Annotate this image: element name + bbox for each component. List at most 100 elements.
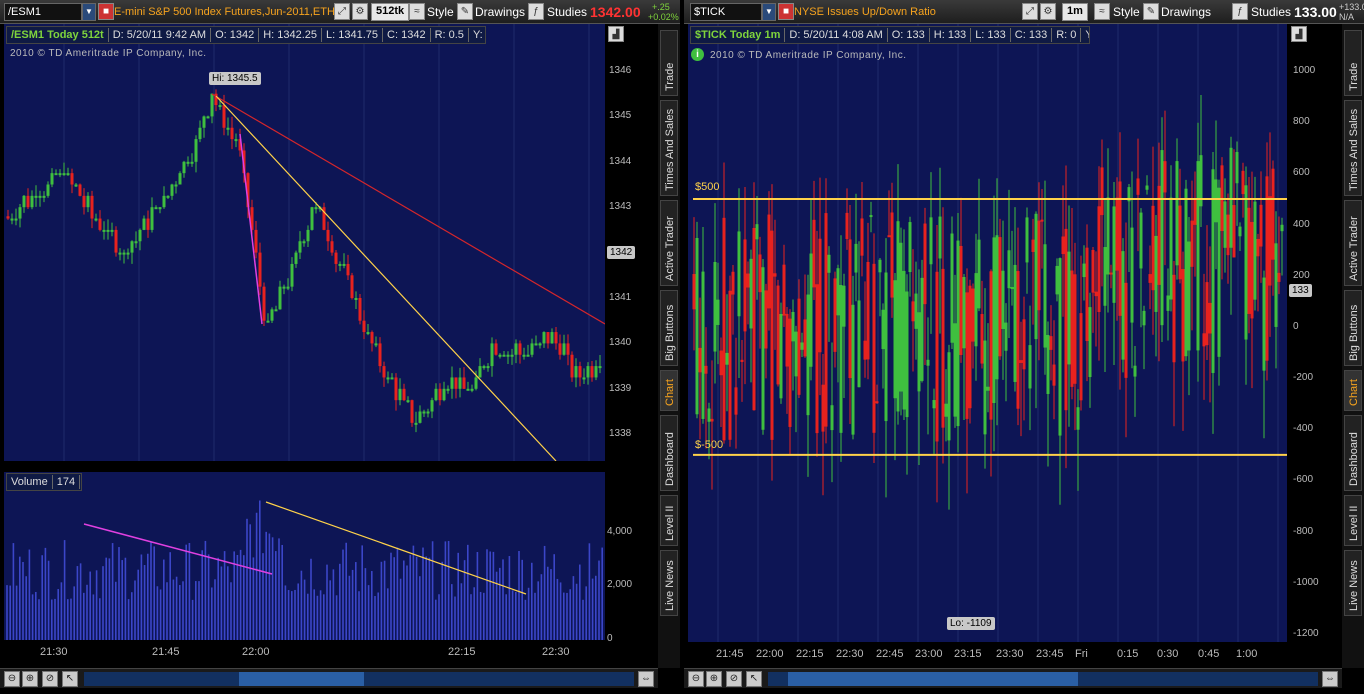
tick-body	[878, 259, 882, 273]
right-tab-chart[interactable]: Chart	[1344, 370, 1362, 411]
left-x-tick-label: 22:30	[542, 646, 570, 658]
left-drawings-icon[interactable]: ✎	[457, 3, 473, 20]
right-tick-chart[interactable]: $TICK Today 1m D: 5/20/11 4:08 AM O: 133…	[688, 24, 1287, 642]
right-drawings-button[interactable]: Drawings	[1161, 3, 1211, 21]
tick-body	[791, 311, 795, 342]
volume-y-tick-label: 2,000	[607, 579, 633, 590]
candle-body	[330, 241, 334, 253]
candle-body	[594, 366, 598, 378]
left-style-icon[interactable]: ≈	[409, 3, 425, 20]
left-y-tick-label: 1341	[609, 292, 632, 303]
right-symbol-input[interactable]: $TICK	[690, 3, 762, 21]
right-symbol-dropdown-icon[interactable]: ▼	[762, 3, 776, 21]
left-side-tabs: Trade Times And Sales Active Trader Big But…	[658, 24, 680, 668]
right-tab-big-buttons[interactable]: Big Buttons	[1344, 290, 1362, 366]
right-studies-button[interactable]: Studies	[1251, 3, 1291, 21]
right-zoom-icon[interactable]: ⤢	[1022, 3, 1038, 20]
right-crosshair-icon[interactable]: ⊘	[726, 671, 742, 687]
candle-body	[458, 377, 462, 389]
right-settings-icon[interactable]: ⚙	[1040, 3, 1056, 20]
left-drawings-button[interactable]: Drawings	[475, 3, 525, 21]
candle-body	[262, 286, 266, 321]
right-y-tick-label: 600	[1293, 167, 1310, 179]
candle-body	[122, 252, 126, 255]
candle-body	[482, 366, 486, 369]
tick-body	[1202, 333, 1206, 347]
tick-body	[1187, 241, 1191, 351]
left-tab-trade[interactable]: Trade	[660, 30, 678, 96]
info-icon[interactable]: i	[691, 48, 704, 61]
right-tab-trade[interactable]: Trade	[1344, 30, 1362, 96]
left-studies-button[interactable]: Studies	[547, 3, 587, 21]
left-price-chart[interactable]: /ESM1 Today 512t D: 5/20/11 9:42 AM O: 1…	[4, 24, 605, 461]
left-zoom-out-icon[interactable]: ⊖	[4, 671, 20, 687]
left-link-icon[interactable]: ■	[98, 3, 114, 20]
right-tab-live-news[interactable]: Live News	[1344, 550, 1362, 616]
right-tab-level-ii[interactable]: Level II	[1344, 495, 1362, 546]
right-drawings-icon[interactable]: ✎	[1143, 3, 1159, 20]
candle-body	[570, 354, 574, 378]
left-tab-active-trader[interactable]: Active Trader	[660, 200, 678, 286]
left-chart-menu-icon[interactable]: ▟	[608, 26, 624, 42]
left-volume-svg	[6, 500, 604, 640]
volume-value: 174	[53, 475, 81, 489]
left-tab-big-buttons[interactable]: Big Buttons	[660, 290, 678, 366]
right-link-icon[interactable]: ■	[778, 3, 794, 20]
candle-body	[394, 377, 398, 401]
right-time-scrollbar[interactable]	[768, 672, 1318, 686]
left-aggregation-button[interactable]: 512tk	[371, 3, 410, 21]
tick-body	[788, 318, 792, 427]
left-tab-level-ii[interactable]: Level II	[660, 495, 678, 546]
candle-body	[266, 320, 270, 323]
left-style-button[interactable]: Style	[427, 3, 454, 21]
right-expand-icon[interactable]: ⇔	[1322, 671, 1338, 687]
right-y-tick-label: 200	[1293, 269, 1310, 281]
left-tab-live-news[interactable]: Live News	[660, 550, 678, 616]
right-tab-label: Level II	[1348, 505, 1360, 541]
tick-body	[905, 291, 909, 418]
right-tab-dashboard[interactable]: Dashboard	[1344, 415, 1362, 491]
left-zoom-in-icon[interactable]: ⊕	[22, 671, 38, 687]
left-studies-icon[interactable]: ƒ	[528, 3, 544, 20]
tick-body	[884, 272, 888, 422]
tick-body	[986, 386, 990, 391]
candle-body	[34, 195, 38, 198]
left-pointer-icon[interactable]: ↖	[62, 671, 78, 687]
left-tab-chart[interactable]: Chart	[660, 370, 678, 411]
left-settings-icon[interactable]: ⚙	[352, 3, 368, 20]
left-volume-chart[interactable]: Volume 174	[4, 472, 605, 640]
right-aggregation-button[interactable]: 1m	[1062, 3, 1088, 21]
right-zoom-out-icon[interactable]: ⊖	[688, 671, 704, 687]
right-info-y: Y:	[1081, 28, 1089, 42]
tick-body	[1274, 243, 1278, 327]
left-expand-icon[interactable]: ⇔	[638, 671, 654, 687]
volume-title: Volume	[7, 475, 53, 489]
right-tab-times-and-sales[interactable]: Times And Sales	[1344, 100, 1362, 196]
right-scroll-thumb[interactable]	[788, 672, 1078, 686]
left-symbol-dropdown-icon[interactable]: ▼	[82, 3, 96, 21]
left-zoom-icon[interactable]: ⤢	[334, 3, 350, 20]
tick-body	[812, 219, 816, 288]
candle-body	[130, 241, 134, 253]
magenta-trendline	[239, 133, 263, 325]
right-studies-icon[interactable]: ƒ	[1232, 3, 1248, 20]
tick-body	[1256, 238, 1260, 257]
right-style-button[interactable]: Style	[1113, 3, 1140, 21]
left-tab-times-and-sales[interactable]: Times And Sales	[660, 100, 678, 196]
candle-body	[338, 263, 342, 266]
right-tab-active-trader[interactable]: Active Trader	[1344, 200, 1362, 286]
right-style-icon[interactable]: ≈	[1094, 3, 1110, 20]
left-time-scrollbar[interactable]	[84, 672, 634, 686]
candle-body	[386, 377, 390, 380]
right-zoom-in-icon[interactable]: ⊕	[706, 671, 722, 687]
candle-body	[194, 139, 198, 162]
left-symbol-input[interactable]: /ESM1	[4, 3, 82, 21]
right-tab-label: Active Trader	[1348, 216, 1360, 281]
left-crosshair-icon[interactable]: ⊘	[42, 671, 58, 687]
tick-body	[1151, 205, 1155, 291]
left-tab-dashboard[interactable]: Dashboard	[660, 415, 678, 491]
right-tab-label: Big Buttons	[1348, 304, 1360, 361]
right-chart-menu-icon[interactable]: ▟	[1291, 26, 1307, 42]
left-scroll-thumb[interactable]	[239, 672, 364, 686]
right-pointer-icon[interactable]: ↖	[746, 671, 762, 687]
